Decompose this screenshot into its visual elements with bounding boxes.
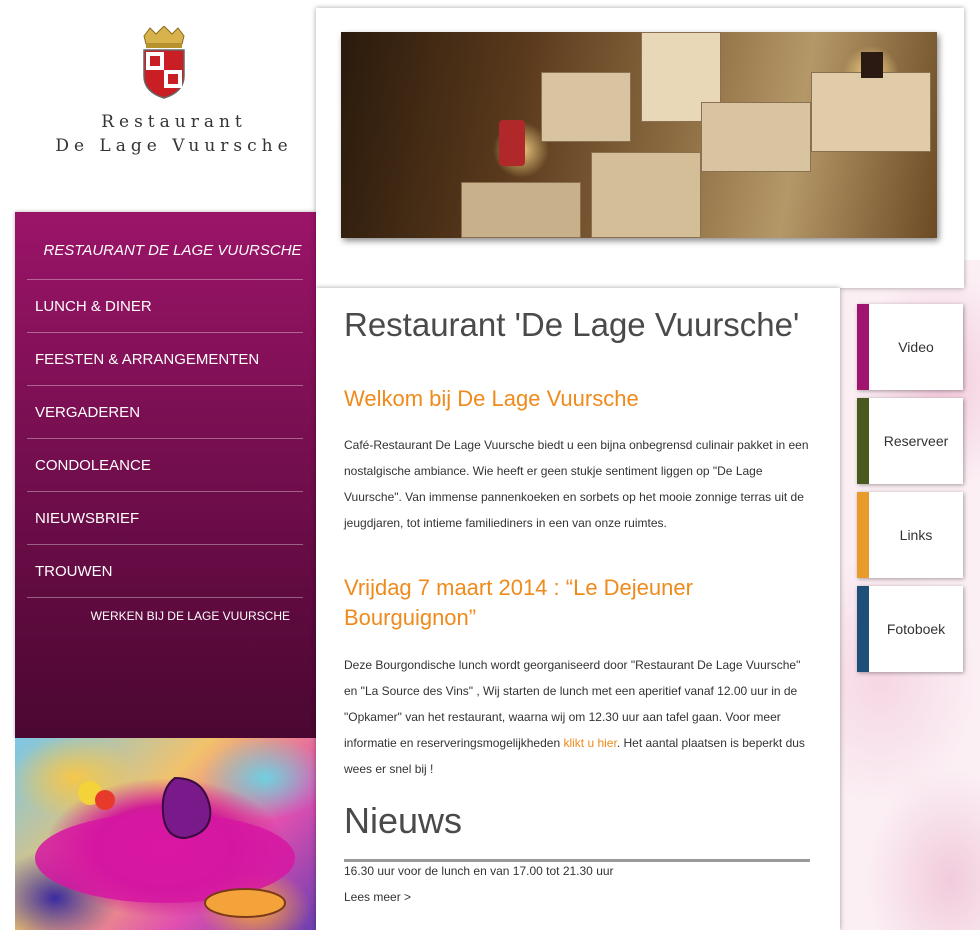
- nav-title[interactable]: RESTAURANT DE LAGE VUURSCHE: [15, 242, 316, 259]
- tab-links-label: Links: [899, 527, 933, 543]
- tab-reserveer-bar: [857, 398, 869, 484]
- tab-fotoboek[interactable]: Fotoboek: [857, 586, 963, 672]
- header-panel: [316, 8, 964, 288]
- nav-item-condoleance[interactable]: CONDOLEANCE: [27, 438, 303, 491]
- nav-item-feesten[interactable]: FEESTEN & ARRANGEMENTEN: [27, 332, 303, 385]
- tab-fotoboek-bar: [857, 586, 869, 672]
- nav-item-trouwen[interactable]: TROUWEN: [27, 544, 303, 597]
- news-read-more-link[interactable]: Lees meer >: [344, 890, 411, 904]
- welcome-heading: Welkom bij De Lage Vuursche: [344, 386, 639, 411]
- nav-item-vergaderen[interactable]: VERGADEREN: [27, 385, 303, 438]
- tab-links[interactable]: Links: [857, 492, 963, 578]
- tab-reserveer-label: Reserveer: [883, 433, 949, 449]
- tab-video-bar: [857, 304, 869, 390]
- nav-divider: [27, 597, 303, 598]
- event-text: Deze Bourgondische lunch wordt georganis…: [344, 652, 814, 782]
- page-title: Restaurant 'De Lage Vuursche': [344, 306, 800, 343]
- main-content: Restaurant 'De Lage Vuursche' Welkom bij…: [316, 288, 840, 930]
- news-item-text: 16.30 uur voor de lunch en van 17.00 tot…: [344, 864, 614, 878]
- sidebar-nav: RESTAURANT DE LAGE VUURSCHE LUNCH & DINE…: [15, 212, 316, 738]
- brand-line-1: Restaurant: [101, 112, 247, 132]
- decorative-painting: [15, 738, 316, 930]
- nav-item-nieuwsbrief[interactable]: NIEUWSBRIEF: [27, 491, 303, 544]
- tab-video[interactable]: Video: [857, 304, 963, 390]
- event-link[interactable]: klikt u hier: [563, 736, 616, 750]
- brand-line-2: De Lage Vuursche: [55, 136, 293, 156]
- crest-icon[interactable]: [138, 26, 190, 100]
- welcome-text: Café-Restaurant De Lage Vuursche biedt u…: [344, 438, 809, 530]
- wine-cellar-image: [341, 32, 937, 238]
- tab-links-bar: [857, 492, 869, 578]
- tab-reserveer[interactable]: Reserveer: [857, 398, 963, 484]
- tab-fotoboek-label: Fotoboek: [886, 621, 946, 637]
- news-heading: Nieuws: [344, 800, 463, 841]
- nav-item-lunch-diner[interactable]: LUNCH & DINER: [27, 279, 303, 332]
- nav-sub-werken[interactable]: WERKEN BIJ DE LAGE VUURSCHE: [91, 609, 290, 623]
- news-divider: [344, 859, 810, 862]
- event-heading: Vrijdag 7 maart 2014 : “Le Dejeuner Bour…: [344, 575, 693, 630]
- tab-video-label: Video: [898, 339, 934, 355]
- painting-table-icon: [35, 776, 295, 918]
